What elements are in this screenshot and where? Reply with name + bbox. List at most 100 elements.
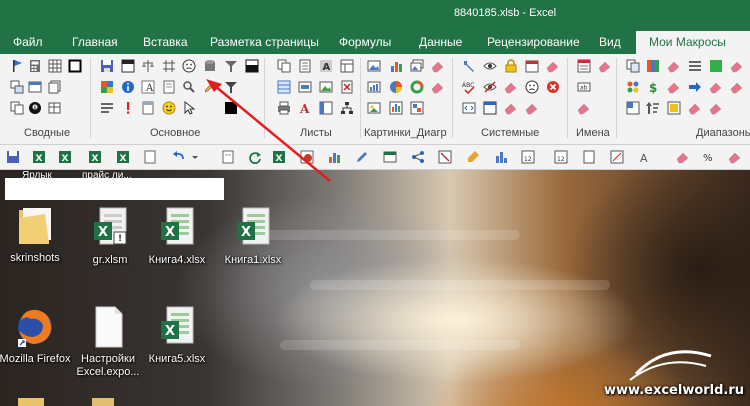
pencil-icon[interactable] — [203, 80, 217, 94]
dollar-eraser-icon[interactable] — [667, 80, 681, 94]
eraser-range-2-icon[interactable] — [730, 80, 744, 94]
eight-ball-icon[interactable]: 8 — [28, 101, 42, 115]
qat-brush-icon[interactable] — [466, 150, 480, 164]
desktop-item-nastroyki[interactable]: Настройки Excel.expo... — [70, 305, 146, 379]
chart-image-icon[interactable] — [367, 80, 381, 94]
eraser-arrow-icon[interactable] — [709, 80, 723, 94]
eye-icon[interactable] — [483, 59, 497, 73]
sheets-stack-icon[interactable] — [48, 80, 62, 94]
tab-data[interactable]: Данные — [419, 34, 462, 54]
tab-review[interactable]: Рецензирование — [487, 34, 580, 54]
eraser-lock-icon[interactable] — [504, 80, 518, 94]
columns-icon[interactable] — [319, 101, 333, 115]
name-box-icon[interactable]: ab — [577, 80, 591, 94]
qat-percent-icon[interactable]: % — [702, 150, 716, 164]
table-icon[interactable] — [28, 80, 42, 94]
filter-clear-icon[interactable] — [224, 80, 238, 94]
exclamation-icon[interactable] — [121, 101, 135, 115]
qat-sheet-icon[interactable] — [582, 150, 596, 164]
desktop-item-firefox[interactable]: Mozilla Firefox — [0, 305, 73, 366]
color-range-icon[interactable] — [667, 101, 681, 115]
image-gallery-icon[interactable] — [410, 101, 424, 115]
qat-excel-icon[interactable]: X — [32, 150, 46, 164]
qat-chart-icon[interactable] — [327, 150, 341, 164]
qat-number-12-icon[interactable]: 12 — [521, 150, 535, 164]
square-outline-icon[interactable] — [68, 59, 82, 73]
picture-icon[interactable] — [367, 59, 381, 73]
sort-icon[interactable] — [646, 101, 660, 115]
window-dark-icon[interactable] — [245, 59, 259, 73]
tab-view[interactable]: Вид — [599, 34, 621, 54]
qat-excel-5-icon[interactable]: X — [272, 150, 286, 164]
calendar-icon[interactable] — [525, 59, 539, 73]
qat-number-12b-icon[interactable]: 12 — [554, 150, 568, 164]
eraser-green-icon[interactable] — [730, 59, 744, 73]
range-table-icon[interactable] — [626, 101, 640, 115]
chart-color-icon[interactable] — [389, 101, 403, 115]
eye-hide-icon[interactable] — [483, 80, 497, 94]
info-icon[interactable] — [121, 80, 135, 94]
code-icon[interactable] — [462, 101, 476, 115]
sad-face-icon[interactable] — [182, 59, 196, 73]
eraser-names-icon[interactable] — [598, 59, 612, 73]
black-square-icon[interactable] — [224, 101, 238, 115]
scales-icon[interactable] — [141, 59, 155, 73]
tools-icon[interactable] — [462, 59, 476, 73]
green-square-icon[interactable] — [709, 59, 723, 73]
eraser-name-box-icon[interactable] — [577, 101, 591, 115]
eraser-range-4-icon[interactable] — [709, 101, 723, 115]
windows-icon[interactable] — [10, 80, 24, 94]
close-circle-icon[interactable] — [546, 80, 560, 94]
grid-blue-icon[interactable] — [277, 80, 291, 94]
tab-home[interactable]: Главная — [72, 34, 118, 54]
arrow-right-icon[interactable] — [688, 80, 702, 94]
smile-icon[interactable] — [162, 101, 176, 115]
save-icon[interactable] — [100, 59, 114, 73]
qat-excel-3-icon[interactable]: X — [88, 150, 102, 164]
desktop-item-kniga4[interactable]: X Книга4.xlsx — [139, 206, 215, 267]
bar-chart-icon[interactable] — [389, 59, 403, 73]
rename-sheet-icon[interactable] — [298, 80, 312, 94]
donut-chart-icon[interactable] — [410, 80, 424, 94]
dollar-icon[interactable]: $ — [646, 80, 660, 94]
text-a-icon[interactable]: A — [319, 59, 333, 73]
range-copy-icon[interactable] — [626, 59, 640, 73]
desktop-item-skrinshots[interactable]: skrinshots — [0, 204, 73, 265]
copy-icon[interactable] — [10, 101, 24, 115]
sheet-delete-icon[interactable] — [340, 80, 354, 94]
pie-chart-icon[interactable] — [389, 80, 403, 94]
tab-file[interactable]: Файл — [13, 34, 43, 54]
desktop-item-kniga1[interactable]: X Книга1.xlsx — [215, 206, 291, 267]
eraser-system-icon[interactable] — [546, 59, 560, 73]
cursor-icon[interactable] — [182, 101, 196, 115]
qat-delete-icon[interactable] — [438, 150, 452, 164]
desktop-item-gr[interactable]: X! gr.xlsm — [72, 206, 148, 267]
qat-undo-icon[interactable] — [172, 150, 186, 164]
qat-clear-format-icon[interactable] — [610, 150, 624, 164]
pictures-icon[interactable] — [410, 59, 424, 73]
table-edit-icon[interactable] — [48, 101, 62, 115]
font-a-icon[interactable]: A — [141, 80, 155, 94]
qat-undo-dropdown-icon[interactable] — [188, 150, 202, 164]
tab-my-macros[interactable]: Мои Макросы — [636, 31, 750, 54]
eraser-icon[interactable] — [431, 59, 445, 73]
letter-a-icon[interactable]: A — [298, 101, 312, 115]
qat-save-icon[interactable] — [6, 150, 20, 164]
columns-color-icon[interactable] — [646, 59, 660, 73]
qat-chart-2-icon[interactable] — [494, 150, 508, 164]
eraser-chart-icon[interactable] — [431, 80, 445, 94]
eraser-range-3-icon[interactable] — [688, 101, 702, 115]
sheet-icon[interactable] — [141, 101, 155, 115]
names-list-icon[interactable] — [577, 59, 591, 73]
eraser-window-icon[interactable] — [504, 101, 518, 115]
qat-excel-4-icon[interactable]: X — [116, 150, 130, 164]
qat-record-icon[interactable] — [300, 150, 314, 164]
eraser-range-icon[interactable] — [667, 59, 681, 73]
qat-edit-icon[interactable] — [355, 150, 369, 164]
document-icon[interactable] — [162, 80, 176, 94]
print-icon[interactable] — [277, 101, 291, 115]
desktop-item-kniga5[interactable]: X Книга5.xlsx — [139, 305, 215, 366]
image-icon[interactable] — [319, 80, 333, 94]
qat-a-icon[interactable]: A — [638, 150, 652, 164]
window-frame-icon[interactable] — [483, 101, 497, 115]
